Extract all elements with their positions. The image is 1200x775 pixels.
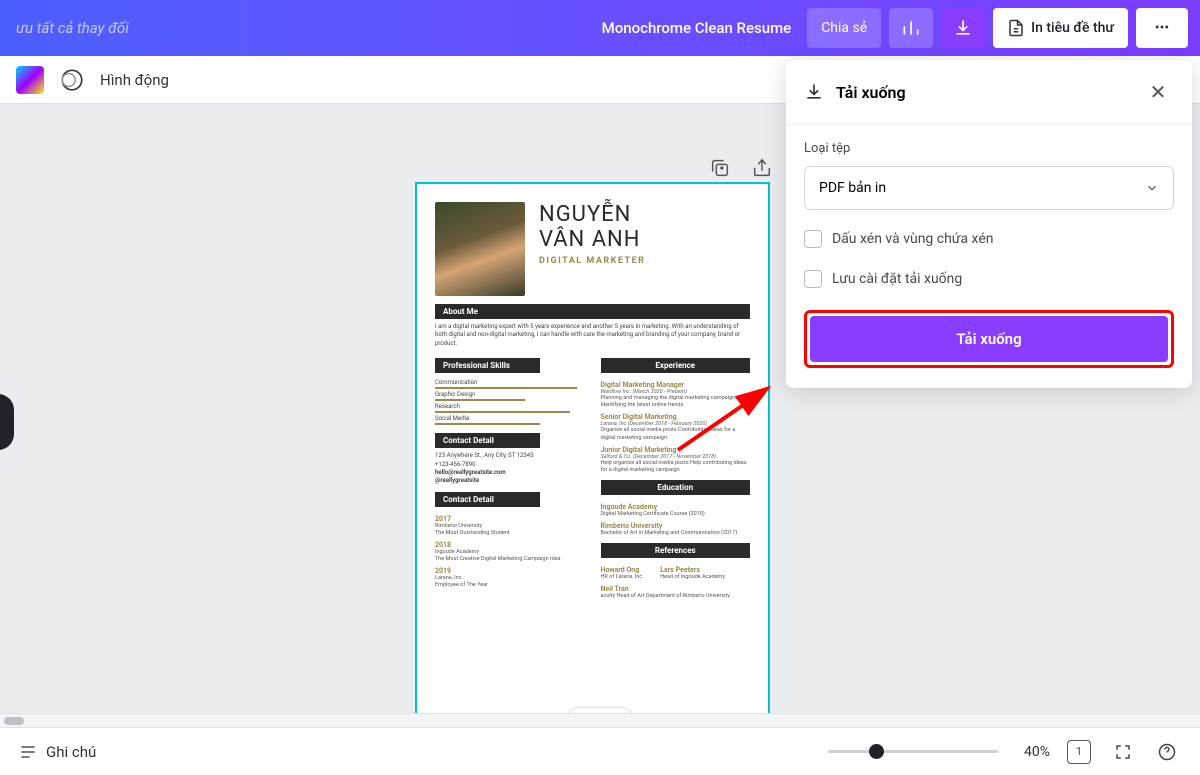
skill-item: Communication [435,379,585,389]
filetype-label: Loại tệp [804,141,1174,156]
job-desc: Organize all social media posts Contribu… [601,427,751,441]
horizontal-scrollbar[interactable] [0,713,1200,727]
more-button[interactable]: ••• [1136,8,1188,48]
edu-title: Rimberio University [601,522,751,530]
side-panel-handle[interactable] [0,394,14,450]
notes-button[interactable]: Ghi chú [18,742,96,762]
skill-item: Social Media [435,415,585,425]
section-skills: Professional Skills [435,358,540,373]
zoom-slider[interactable] [828,750,998,753]
contact-line: hello@reallygreatsite.com [435,469,585,477]
zoom-value[interactable]: 40% [1024,744,1050,760]
export-page-button[interactable] [748,154,776,182]
award-year: 2018 [435,541,585,549]
contact-line: @reallygreatsite [435,477,585,485]
resume-photo [435,202,525,296]
ref-role: Head of Ingoude Academy [660,574,725,581]
ref-role: aculty Head of Art Department of Rimberi… [601,593,751,600]
print-button[interactable]: In tiêu đề thư [993,8,1128,48]
award-desc: Employee of The Year [435,582,585,589]
job-title: Junior Digital Marketing [601,446,751,454]
section-contact: Contact Detail [435,433,540,448]
resume-name: NGUYỄNVÂN ANH [539,202,645,252]
job-title: Digital Marketing Manager [601,381,751,389]
ref-role: HR of Larana, Inc [601,574,643,581]
checkbox-icon [804,270,822,288]
help-icon [1157,742,1177,762]
award-year: 2017 [435,515,585,523]
analytics-button[interactable] [889,8,933,48]
fullscreen-button[interactable] [1108,737,1138,767]
save-status: ưu tất cả thay đổi [12,19,594,37]
award-org: Rimberio University [435,523,585,530]
duplicate-page-button[interactable] [706,154,734,182]
notes-icon [18,742,38,762]
job-desc: Planning and managing the digital market… [601,395,751,409]
edu-desc: Digital Marketing Certificate Course (20… [601,511,751,518]
section-about: About Me [435,304,750,319]
section-references: References [601,543,751,558]
edu-desc: Bachelor of Art in Marketing and Communi… [601,530,751,537]
animation-icon[interactable] [58,66,86,94]
document-icon [1007,19,1025,37]
contact-line: +123-456-7890 [435,461,585,469]
filetype-select[interactable]: PDF bản in [804,166,1174,210]
chevron-down-icon [1145,181,1159,195]
job-desc: Help organize all social media posts Hel… [601,460,751,474]
download-icon [804,82,824,102]
section-experience: Experience [601,358,751,373]
download-panel: Tải xuống ✕ Loại tệp PDF bản in Dấu xén … [786,60,1192,388]
animation-label: Hình động [100,71,169,89]
download-submit-button[interactable]: Tải xuống [810,316,1168,362]
chart-icon [901,18,921,38]
award-org: Ingoude Academy [435,549,585,556]
save-settings-checkbox[interactable]: Lưu cài đặt tải xuống [804,270,1174,288]
page-count-button[interactable]: 1 [1064,737,1094,767]
checkbox-icon [804,230,822,248]
document-title[interactable]: Monochrome Clean Resume [602,19,792,37]
crop-checkbox[interactable]: Dấu xén và vùng chứa xén [804,230,1174,248]
resume-role: DIGITAL MARKETER [539,256,645,266]
download-highlight: Tải xuống [804,310,1174,368]
section-contact2: Contact Detail [435,492,540,507]
canvas-page[interactable]: NGUYỄNVÂN ANH DIGITAL MARKETER About Me … [415,182,770,727]
award-year: 2019 [435,567,585,575]
panel-title: Tải xuống [836,83,1130,102]
download-icon [953,18,973,38]
skill-item: Graphic Design [435,391,585,401]
close-button[interactable]: ✕ [1142,76,1174,108]
contact-line: 123 Anywhere St., Any City, ST 12345 [435,452,585,460]
fullscreen-icon [1114,743,1132,761]
download-button[interactable] [941,8,985,48]
color-picker[interactable] [16,66,44,94]
award-desc: The Most Creative Digital Marketing Camp… [435,556,585,563]
share-button[interactable]: Chia sẻ [807,8,881,48]
skill-item: Research [435,403,585,413]
award-desc: The Most Outstanding Student [435,530,585,537]
help-button[interactable] [1152,737,1182,767]
edu-title: Ingoude Academy [601,503,751,511]
section-education: Education [601,480,751,495]
about-text: I am a digital marketing expert with 5 y… [435,323,750,348]
